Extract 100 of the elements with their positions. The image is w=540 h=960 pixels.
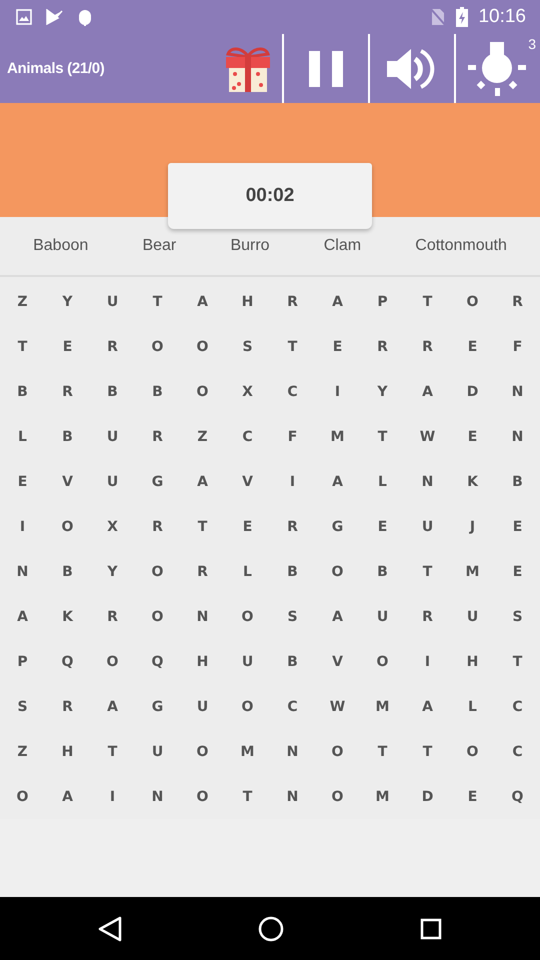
grid-letter[interactable]: R [180,549,225,594]
grid-letter[interactable]: T [270,324,315,369]
grid-letter[interactable]: M [360,774,405,819]
grid-letter[interactable]: Y [45,279,90,324]
grid-letter[interactable]: O [450,279,495,324]
grid-letter[interactable]: N [0,549,45,594]
grid-letter[interactable]: A [315,279,360,324]
grid-letter[interactable]: B [360,549,405,594]
grid-letter[interactable]: Y [360,369,405,414]
grid-letter[interactable]: U [90,459,135,504]
grid-letter[interactable]: E [360,504,405,549]
grid-letter[interactable]: O [180,729,225,774]
grid-letter[interactable]: C [225,414,270,459]
grid-letter[interactable]: R [405,594,450,639]
grid-letter[interactable]: H [225,279,270,324]
grid-letter[interactable]: T [405,549,450,594]
grid-letter[interactable]: O [180,774,225,819]
grid-letter[interactable]: T [495,639,540,684]
grid-letter[interactable]: X [90,504,135,549]
grid-letter[interactable]: O [180,324,225,369]
grid-letter[interactable]: S [495,594,540,639]
grid-letter[interactable]: E [495,504,540,549]
grid-letter[interactable]: O [180,369,225,414]
grid-letter[interactable]: B [45,549,90,594]
grid-letter[interactable]: N [495,414,540,459]
grid-letter[interactable]: E [315,324,360,369]
grid-letter[interactable]: R [360,324,405,369]
grid-letter[interactable]: W [315,684,360,729]
grid-letter[interactable]: N [180,594,225,639]
grid-letter[interactable]: F [270,414,315,459]
grid-letter[interactable]: C [495,684,540,729]
grid-letter[interactable]: U [90,279,135,324]
grid-letter[interactable]: O [135,549,180,594]
grid-letter[interactable]: B [270,639,315,684]
grid-letter[interactable]: U [135,729,180,774]
grid-letter[interactable]: R [405,324,450,369]
grid-letter[interactable]: C [270,369,315,414]
grid-letter[interactable]: O [315,774,360,819]
grid-letter[interactable]: A [315,594,360,639]
grid-letter[interactable]: E [495,549,540,594]
grid-letter[interactable]: I [405,639,450,684]
grid-letter[interactable]: A [180,279,225,324]
grid-letter[interactable]: O [135,324,180,369]
grid-letter[interactable]: V [315,639,360,684]
grid-letter[interactable]: B [270,549,315,594]
grid-letter[interactable]: O [450,729,495,774]
grid-letter[interactable]: X [225,369,270,414]
grid-letter[interactable]: P [360,279,405,324]
grid-letter[interactable]: M [225,729,270,774]
grid-letter[interactable]: I [0,504,45,549]
grid-letter[interactable]: E [450,324,495,369]
grid-letter[interactable]: A [315,459,360,504]
grid-letter[interactable]: P [0,639,45,684]
grid-letter[interactable]: O [135,594,180,639]
grid-letter[interactable]: U [360,594,405,639]
grid-letter[interactable]: R [270,279,315,324]
grid-letter[interactable]: Z [180,414,225,459]
grid-letter[interactable]: D [405,774,450,819]
grid-letter[interactable]: V [225,459,270,504]
grid-letter[interactable]: U [450,594,495,639]
grid-letter[interactable]: K [45,594,90,639]
grid-letter[interactable]: G [135,459,180,504]
grid-letter[interactable]: R [495,279,540,324]
grid-letter[interactable]: B [45,414,90,459]
grid-letter[interactable]: A [405,369,450,414]
grid-letter[interactable]: R [270,504,315,549]
grid-letter[interactable]: I [90,774,135,819]
recents-icon[interactable] [420,918,442,940]
grid-letter[interactable]: O [315,549,360,594]
grid-letter[interactable]: C [495,729,540,774]
grid-letter[interactable]: L [0,414,45,459]
grid-letter[interactable]: T [135,279,180,324]
grid-letter[interactable]: A [45,774,90,819]
grid-letter[interactable]: A [405,684,450,729]
grid-letter[interactable]: E [225,504,270,549]
grid-letter[interactable]: A [0,594,45,639]
grid-letter[interactable]: M [315,414,360,459]
grid-letter[interactable]: L [360,459,405,504]
grid-letter[interactable]: R [90,594,135,639]
grid-letter[interactable]: R [45,684,90,729]
grid-letter[interactable]: S [0,684,45,729]
grid-letter[interactable]: N [135,774,180,819]
hint-button[interactable]: 3 [456,34,540,103]
grid-letter[interactable]: U [405,504,450,549]
grid-letter[interactable]: E [450,414,495,459]
grid-letter[interactable]: L [450,684,495,729]
grid-letter[interactable]: Z [0,279,45,324]
grid-letter[interactable]: T [360,414,405,459]
grid-letter[interactable]: N [270,729,315,774]
grid-letter[interactable]: R [90,324,135,369]
grid-letter[interactable]: N [270,774,315,819]
grid-letter[interactable]: O [225,684,270,729]
grid-letter[interactable]: U [225,639,270,684]
grid-letter[interactable]: H [180,639,225,684]
grid-letter[interactable]: A [90,684,135,729]
grid-letter[interactable]: G [315,504,360,549]
grid-letter[interactable]: A [180,459,225,504]
grid-letter[interactable]: D [450,369,495,414]
grid-letter[interactable]: H [45,729,90,774]
grid-letter[interactable]: T [180,504,225,549]
